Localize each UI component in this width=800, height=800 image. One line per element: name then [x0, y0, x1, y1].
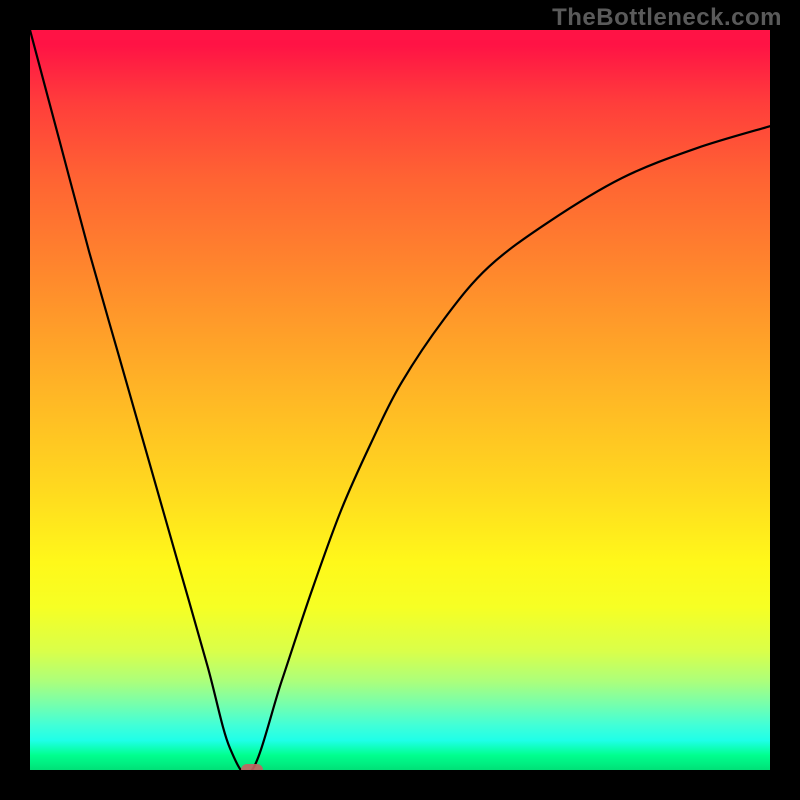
watermark-text: TheBottleneck.com [552, 4, 782, 32]
min-point-marker [241, 764, 263, 770]
bottleneck-curve [30, 30, 770, 770]
chart-area [30, 30, 770, 770]
curve-path [30, 30, 770, 770]
